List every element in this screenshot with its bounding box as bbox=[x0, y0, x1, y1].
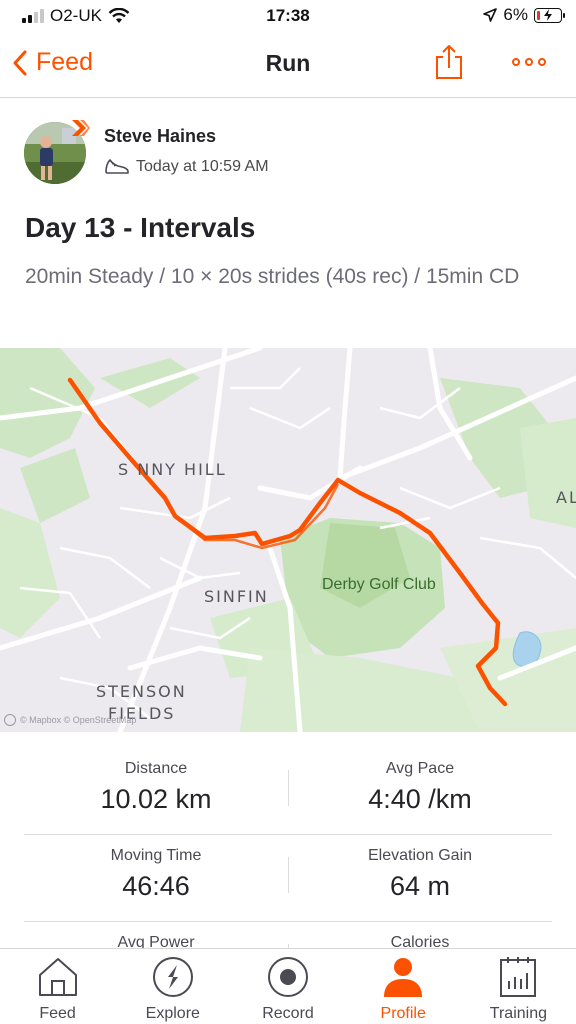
home-icon bbox=[38, 958, 77, 996]
stat-value: 4:40 /km bbox=[368, 784, 472, 814]
tab-label: Training bbox=[489, 1005, 548, 1022]
attribution-text: © Mapbox © OpenStreetMap bbox=[20, 715, 137, 725]
map-attribution[interactable]: © Mapbox © OpenStreetMap bbox=[4, 714, 136, 726]
stat-elevation-gain: Elevation Gain 64 m bbox=[288, 847, 552, 902]
page-title: Run bbox=[265, 50, 311, 76]
more-dot-icon bbox=[538, 58, 546, 66]
tab-label: Profile bbox=[380, 1005, 426, 1022]
tab-label: Explore bbox=[145, 1005, 200, 1022]
more-dot-icon bbox=[525, 58, 533, 66]
timestamp-text: Today at 10:59 AM bbox=[136, 158, 269, 175]
person-icon bbox=[384, 958, 423, 997]
activity-timestamp: Today at 10:59 AM bbox=[104, 158, 269, 176]
stat-value: 46:46 bbox=[122, 871, 190, 901]
share-icon bbox=[436, 45, 462, 79]
stat-label: Elevation Gain bbox=[367, 847, 473, 864]
stats-row: Moving Time 46:46 Elevation Gain 64 m bbox=[24, 835, 552, 922]
athlete-header[interactable]: Steve Haines Today at 10:59 AM bbox=[24, 120, 554, 188]
navigation-bar: Feed Run bbox=[0, 32, 576, 98]
status-bar: O2-UK 17:38 6% bbox=[0, 0, 576, 32]
battery-icon bbox=[534, 7, 565, 23]
map-label-stenson: STENSON bbox=[96, 682, 187, 701]
stat-label: Moving Time bbox=[110, 847, 202, 864]
tab-profile[interactable]: Profile bbox=[346, 949, 461, 1024]
calendar-chart-icon bbox=[500, 957, 537, 997]
stat-avg-pace: Avg Pace 4:40 /km bbox=[288, 760, 552, 815]
mapbox-logo-icon bbox=[4, 714, 16, 726]
tab-label: Feed bbox=[39, 1005, 76, 1022]
compass-icon bbox=[152, 957, 193, 997]
tab-explore[interactable]: Explore bbox=[115, 949, 230, 1024]
stat-value: 64 m bbox=[389, 871, 451, 901]
activity-title: Day 13 - Intervals bbox=[25, 212, 256, 243]
record-icon bbox=[268, 957, 308, 997]
stat-label: Avg Pace bbox=[385, 760, 455, 777]
battery-percent: 6% bbox=[503, 5, 528, 24]
stat-moving-time: Moving Time 46:46 bbox=[24, 847, 288, 902]
tab-record[interactable]: Record bbox=[230, 949, 345, 1024]
subscriber-badge-icon bbox=[72, 120, 90, 136]
shoe-icon bbox=[105, 159, 129, 174]
map-label-al: AL bbox=[556, 488, 576, 507]
stats-row: Distance 10.02 km Avg Pace 4:40 /km bbox=[24, 748, 552, 835]
more-options-button[interactable] bbox=[512, 58, 546, 66]
stat-label: Distance bbox=[124, 760, 188, 777]
share-button[interactable] bbox=[434, 44, 464, 85]
tab-feed[interactable]: Feed bbox=[0, 949, 115, 1024]
status-right: 6% bbox=[483, 5, 565, 25]
tab-training[interactable]: Training bbox=[461, 949, 576, 1024]
map-label-sunny-hill: S NNY HILL bbox=[118, 460, 227, 479]
map-label-sinfin: SINFIN bbox=[204, 587, 269, 606]
map-background bbox=[0, 348, 576, 732]
activity-description: 20min Steady / 10 × 20s strides (40s rec… bbox=[25, 265, 520, 288]
tab-bar: Feed Explore Record Profile Training bbox=[0, 948, 576, 1024]
route-map[interactable]: S NNY HILL SINFIN Derby Golf Club STENSO… bbox=[0, 348, 576, 732]
map-label-golf-club: Derby Golf Club bbox=[322, 576, 436, 593]
athlete-name[interactable]: Steve Haines bbox=[104, 126, 216, 147]
stat-distance: Distance 10.02 km bbox=[24, 760, 288, 815]
location-arrow-icon bbox=[483, 8, 498, 22]
tab-label: Record bbox=[262, 1005, 314, 1022]
stat-value: 10.02 km bbox=[100, 784, 212, 814]
more-dot-icon bbox=[512, 58, 520, 66]
